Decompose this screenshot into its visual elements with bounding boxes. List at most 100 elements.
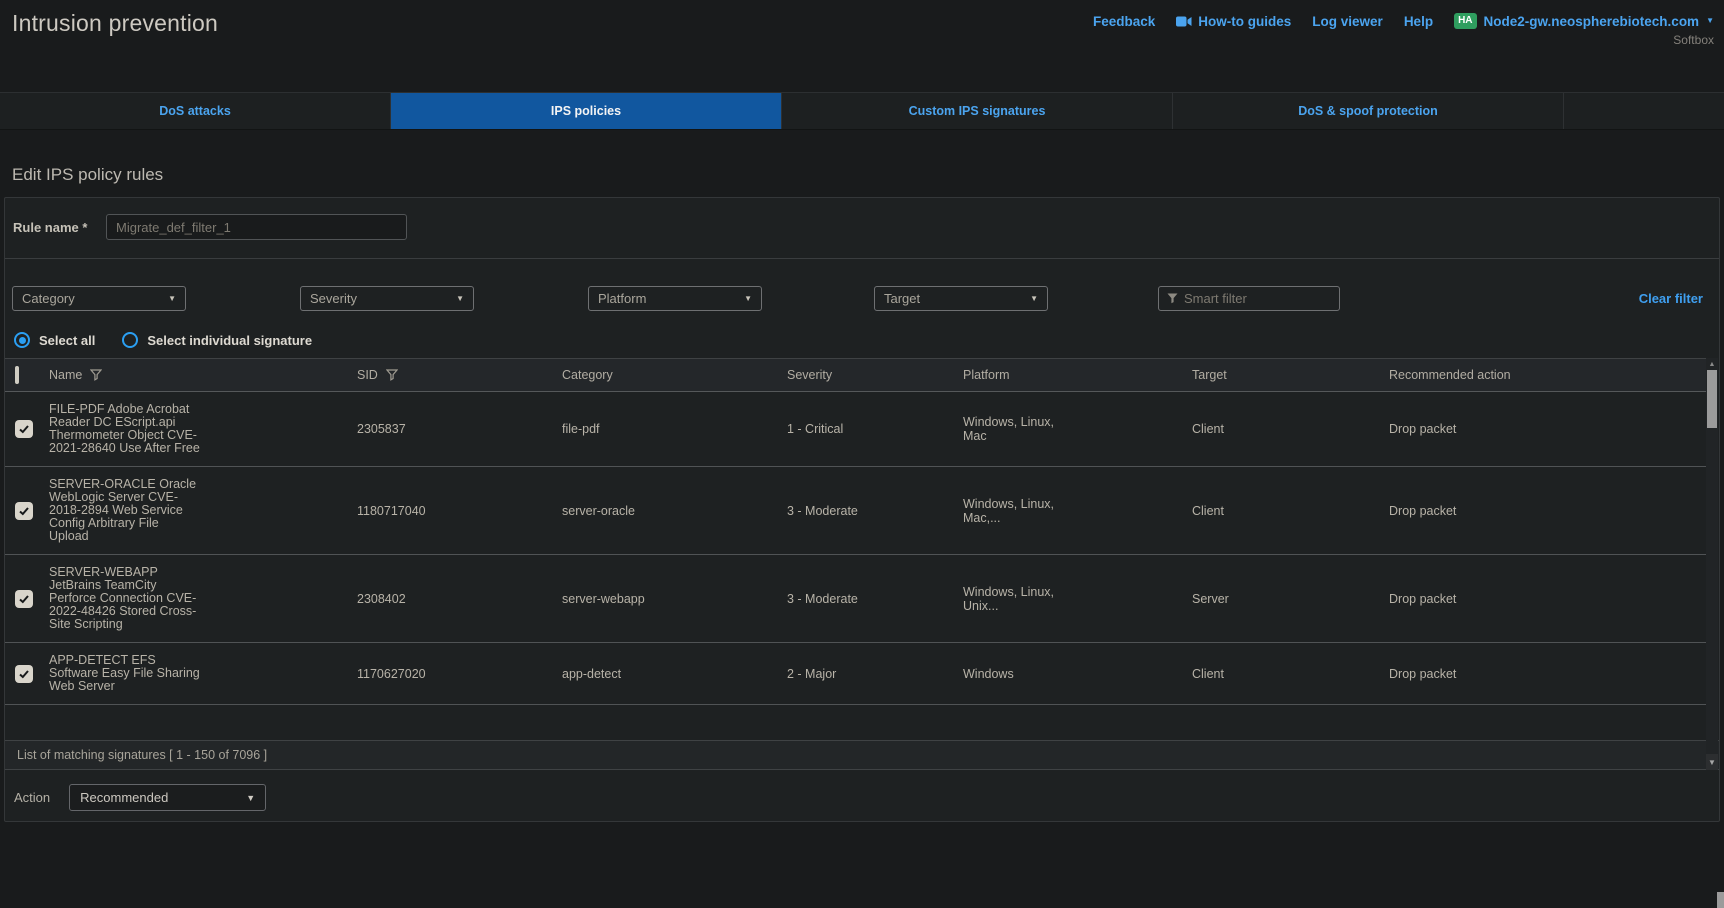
column-header-platform: Platform bbox=[959, 368, 1188, 382]
table-row[interactable]: SERVER-WEBAPP JetBrains TeamCity Perforc… bbox=[5, 555, 1707, 643]
signature-sid: 2308402 bbox=[353, 592, 558, 606]
signature-category: server-webapp bbox=[558, 592, 783, 606]
action-row: Action Recommended ▼ bbox=[14, 784, 266, 811]
row-checkbox[interactable] bbox=[15, 502, 33, 520]
column-header-recommended-action: Recommended action bbox=[1385, 368, 1707, 382]
signatures-table: Name SID Category Severity Platform Targ… bbox=[5, 358, 1719, 770]
feedback-link[interactable]: Feedback bbox=[1093, 14, 1155, 29]
row-checkbox[interactable] bbox=[15, 420, 33, 438]
chevron-down-icon: ▼ bbox=[1030, 294, 1038, 303]
platform-dropdown[interactable]: Platform ▼ bbox=[588, 286, 762, 311]
header-utility-links: Feedback How-to guides Log viewer Help H… bbox=[1093, 13, 1714, 29]
column-header-category: Category bbox=[558, 368, 783, 382]
matching-signatures-count: List of matching signatures [ 1 - 150 of… bbox=[17, 748, 267, 762]
action-label: Action bbox=[14, 790, 50, 805]
signature-platform: Windows, Linux, Mac,... bbox=[963, 497, 1059, 525]
howto-guides-link[interactable]: How-to guides bbox=[1176, 14, 1291, 29]
signature-category: app-detect bbox=[558, 667, 783, 681]
tab-dos-spoof-protection[interactable]: DoS & spoof protection bbox=[1173, 93, 1564, 129]
signature-sid: 1170627020 bbox=[353, 667, 558, 681]
page-title: Intrusion prevention bbox=[12, 10, 218, 37]
scrollbar-up-arrow-icon[interactable]: ▲ bbox=[1706, 358, 1718, 370]
table-row[interactable]: FILE-PDF Adobe Acrobat Reader DC EScript… bbox=[5, 392, 1707, 467]
signature-name: SERVER-ORACLE Oracle WebLogic Server CVE… bbox=[49, 467, 201, 554]
scrollbar-thumb[interactable] bbox=[1707, 370, 1717, 428]
action-selected-value: Recommended bbox=[80, 790, 168, 805]
signature-selection-options: Select all Select individual signature bbox=[14, 332, 312, 348]
signature-category: file-pdf bbox=[558, 422, 783, 436]
scrollbar-down-arrow-icon[interactable]: ▼ bbox=[1706, 754, 1718, 770]
rule-name-row: Rule name * bbox=[5, 214, 1719, 242]
howto-guides-label: How-to guides bbox=[1198, 14, 1291, 29]
help-link[interactable]: Help bbox=[1404, 14, 1433, 29]
severity-dropdown[interactable]: Severity ▼ bbox=[300, 286, 474, 311]
signature-action: Drop packet bbox=[1385, 592, 1707, 606]
chevron-down-icon: ▼ bbox=[1706, 17, 1714, 25]
signature-action: Drop packet bbox=[1385, 667, 1707, 681]
radio-selected-icon bbox=[14, 332, 30, 348]
row-checkbox[interactable] bbox=[15, 590, 33, 608]
tab-custom-ips-signatures[interactable]: Custom IPS signatures bbox=[782, 93, 1173, 129]
signature-name: SERVER-WEBAPP JetBrains TeamCity Perforc… bbox=[49, 555, 201, 642]
help-label: Help bbox=[1404, 14, 1433, 29]
table-row[interactable]: APP-DETECT EFS Software Easy File Sharin… bbox=[5, 643, 1707, 705]
column-header-sid: SID bbox=[357, 368, 378, 382]
tab-bar-filler bbox=[1564, 93, 1724, 129]
feedback-link-label: Feedback bbox=[1093, 14, 1155, 29]
signature-name: APP-DETECT EFS Software Easy File Sharin… bbox=[49, 643, 201, 704]
table-scrollbar[interactable]: ▲ ▼ bbox=[1706, 358, 1718, 770]
signature-severity: 3 - Moderate bbox=[783, 504, 959, 518]
target-dropdown[interactable]: Target ▼ bbox=[874, 286, 1048, 311]
column-header-target: Target bbox=[1188, 368, 1385, 382]
tab-ips-policies[interactable]: IPS policies bbox=[391, 93, 782, 129]
signature-target: Server bbox=[1188, 592, 1385, 606]
filter-funnel-icon bbox=[1167, 293, 1178, 304]
rule-name-input[interactable] bbox=[106, 214, 407, 240]
signature-target: Client bbox=[1188, 504, 1385, 518]
column-header-name: Name bbox=[49, 368, 82, 382]
edit-ips-policy-panel: Rule name * Category ▼ Severity ▼ Platfo… bbox=[4, 197, 1720, 822]
signature-severity: 3 - Moderate bbox=[783, 592, 959, 606]
intrusion-prevention-page: { "header": { "title": "Intrusion preven… bbox=[0, 0, 1724, 908]
select-all-checkbox[interactable] bbox=[15, 366, 19, 384]
table-row[interactable]: SERVER-ORACLE Oracle WebLogic Server CVE… bbox=[5, 467, 1707, 555]
smart-filter-input[interactable] bbox=[1184, 291, 1331, 306]
row-checkbox[interactable] bbox=[15, 665, 33, 683]
table-body: FILE-PDF Adobe Acrobat Reader DC EScript… bbox=[5, 392, 1707, 740]
filter-row: Category ▼ Severity ▼ Platform ▼ Target … bbox=[5, 286, 1719, 311]
category-dropdown[interactable]: Category ▼ bbox=[12, 286, 186, 311]
page-scrollbar-thumb[interactable] bbox=[1717, 892, 1724, 908]
signature-platform: Windows, Linux, Mac bbox=[963, 415, 1059, 443]
hostname-menu[interactable]: HA Node2-gw.neospherebiotech.com ▼ bbox=[1454, 13, 1714, 29]
log-viewer-link[interactable]: Log viewer bbox=[1312, 14, 1383, 29]
clear-filter-link[interactable]: Clear filter bbox=[1639, 291, 1703, 306]
chevron-down-icon: ▼ bbox=[744, 294, 752, 303]
signature-target: Client bbox=[1188, 667, 1385, 681]
action-select[interactable]: Recommended ▼ bbox=[69, 784, 266, 811]
signature-action: Drop packet bbox=[1385, 422, 1707, 436]
log-viewer-label: Log viewer bbox=[1312, 14, 1383, 29]
section-title: Edit IPS policy rules bbox=[12, 165, 163, 185]
chevron-down-icon: ▼ bbox=[168, 294, 176, 303]
signature-name: FILE-PDF Adobe Acrobat Reader DC EScript… bbox=[49, 392, 201, 466]
divider bbox=[5, 258, 1719, 259]
account-name: Softbox bbox=[1673, 33, 1714, 47]
select-all-radio[interactable]: Select all bbox=[14, 332, 95, 348]
select-individual-radio[interactable]: Select individual signature bbox=[122, 332, 312, 348]
hostname-label: Node2-gw.neospherebiotech.com bbox=[1484, 14, 1700, 29]
table-footer: List of matching signatures [ 1 - 150 of… bbox=[5, 740, 1719, 770]
chevron-down-icon: ▼ bbox=[456, 294, 464, 303]
video-camera-icon bbox=[1176, 16, 1192, 27]
signature-sid: 2305837 bbox=[353, 422, 558, 436]
tab-dos-attacks[interactable]: DoS attacks bbox=[0, 93, 391, 129]
signature-target: Client bbox=[1188, 422, 1385, 436]
column-header-severity: Severity bbox=[783, 368, 959, 382]
table-header-row: Name SID Category Severity Platform Targ… bbox=[5, 358, 1707, 392]
filter-funnel-icon[interactable] bbox=[386, 369, 398, 381]
filter-funnel-icon[interactable] bbox=[90, 369, 102, 381]
tab-bar: DoS attacks IPS policies Custom IPS sign… bbox=[0, 92, 1724, 130]
rule-name-label: Rule name * bbox=[13, 220, 87, 235]
signature-severity: 1 - Critical bbox=[783, 422, 959, 436]
radio-unselected-icon bbox=[122, 332, 138, 348]
ha-status-badge: HA bbox=[1454, 13, 1476, 29]
